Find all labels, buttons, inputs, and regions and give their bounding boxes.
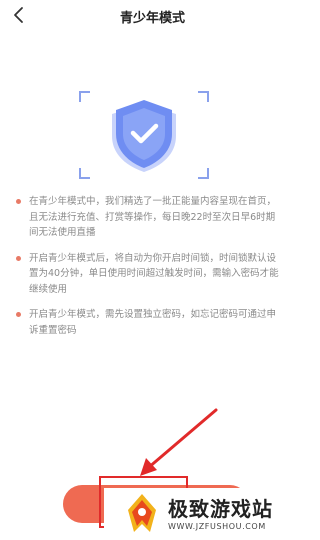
notice-item: 开启青少年模式后，将自动为你开启时间锁，时间锁默认设置为40分钟，单日使用时间超…	[15, 251, 283, 298]
notice-list: 在青少年模式中，我们精选了一批正能量内容呈现在首页，且无法进行充值、打赏等操作，…	[15, 194, 283, 338]
page-title: 青少年模式	[119, 11, 185, 26]
navigation-bar: 青少年模式	[0, 0, 305, 34]
watermark-url: WWW.JZFUSHOU.COM	[168, 522, 266, 531]
watermark-text: 极致游戏站 WWW.JZFUSHOU.COM	[168, 496, 273, 532]
notice-text: 开启青少年模式，需先设置独立密码，如忘记密码可通过申诉重置密码	[29, 309, 277, 336]
notice-text: 在青少年模式中，我们精选了一批正能量内容呈现在首页，且无法进行充值、打赏等操作，…	[29, 196, 277, 238]
shield-check-icon	[79, 91, 209, 179]
watermark-title: 极致游戏站	[168, 497, 273, 521]
bullet-dot-icon	[16, 312, 21, 317]
notice-item: 在青少年模式中，我们精选了一批正能量内容呈现在首页，且无法进行充值、打赏等操作，…	[15, 194, 283, 241]
notice-item: 开启青少年模式，需先设置独立密码，如忘记密码可通过申诉重置密码	[15, 307, 283, 338]
shield-illustration	[78, 90, 210, 180]
watermark: 极致游戏站 WWW.JZFUSHOU.COM	[104, 488, 305, 540]
notice-text: 开启青少年模式后，将自动为你开启时间锁，时间锁默认设置为40分钟，单日使用时间超…	[29, 252, 279, 295]
bullet-dot-icon	[16, 255, 21, 261]
game-logo-icon	[128, 494, 156, 532]
bullet-dot-icon	[16, 199, 21, 204]
